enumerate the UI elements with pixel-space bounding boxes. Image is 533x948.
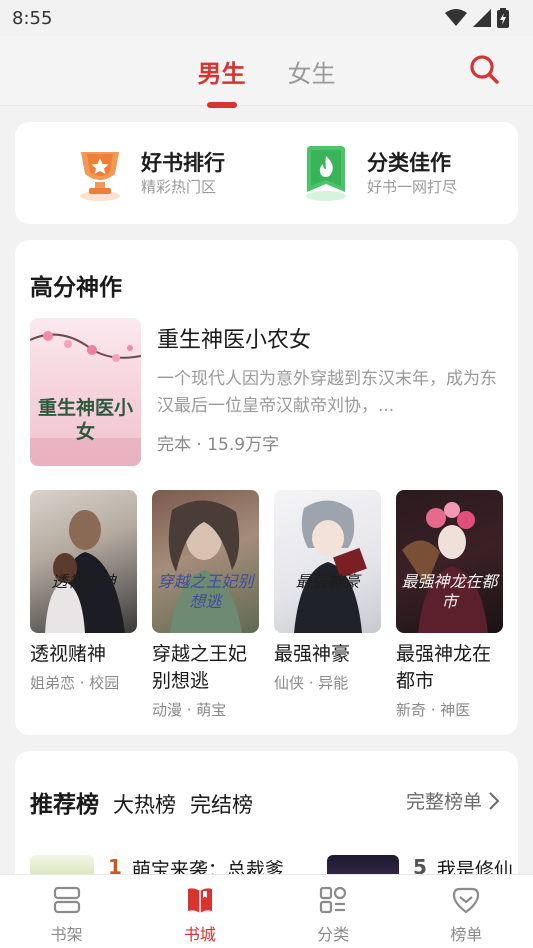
cover-title: 透视赌神 — [51, 572, 116, 591]
featured-book-grid: 透视赌神 透视赌神 姐弟恋 · 校园 穿越之王妃别想逃 穿越之王妃别想逃 动漫 … — [30, 490, 505, 730]
book-tags: 仙侠 · 异能 — [274, 674, 349, 692]
ranking-icon — [453, 887, 480, 914]
tab-male[interactable]: 男生 — [196, 54, 248, 89]
featured-section: 高分神作 重生神医小女 重生神医小农女 一个现代人因为意外穿越到东汉末年，成为东… — [15, 240, 518, 735]
tab-recommend-rank[interactable]: 推荐榜 — [30, 785, 99, 819]
trophy-icon — [80, 152, 120, 201]
cover-title: 重生神医小女 — [37, 397, 133, 443]
book-description: 一个现代人因为意外穿越到东汉末年，成为东汉最后一位皇帝汉献帝刘协，... — [157, 369, 497, 416]
status-bar: 8:55 — [0, 0, 533, 36]
nav-bookstore[interactable]: 书城 — [133, 875, 266, 948]
cover-title: 最强神龙在都市 — [401, 572, 498, 611]
book-tags: 新奇 · 神医 — [396, 701, 471, 719]
book-title: 重生神医小农女 — [157, 328, 312, 353]
book-cover: 最强神豪 — [274, 490, 381, 633]
quick-link-category-works[interactable]: 分类佳作 好书一网打尽 — [299, 144, 457, 202]
book-cover: 透视赌神 — [30, 490, 137, 633]
book-cover: 重生神医小女 — [30, 318, 141, 466]
quick-link-subtitle: 精彩热门区 — [141, 178, 217, 196]
quick-link-title: 好书排行 — [141, 151, 225, 175]
nav-ranking[interactable]: 榜单 — [400, 875, 533, 948]
chevron-right-icon — [489, 791, 500, 810]
book-title: 穿越之王妃别想逃 — [152, 643, 248, 692]
book-store-icon — [187, 888, 212, 913]
signal-icon — [473, 9, 491, 27]
book-item[interactable]: 透视赌神 透视赌神 姐弟恋 · 校园 — [30, 490, 138, 693]
search-icon[interactable] — [469, 54, 499, 84]
bookshelf-icon — [53, 886, 80, 914]
cover-art — [294, 500, 367, 633]
nav-label: 榜单 — [450, 925, 483, 944]
tab-female[interactable]: 女生 — [286, 54, 338, 89]
book-tags: 姐弟恋 · 校园 — [30, 674, 120, 692]
wifi-icon — [445, 9, 467, 26]
full-ranking-label: 完整榜单 — [405, 791, 482, 813]
book-item[interactable]: 最强神豪 最强神豪 仙侠 · 异能 — [274, 490, 382, 693]
book-tags: 动漫 · 萌宝 — [152, 701, 227, 719]
featured-main-book[interactable]: 重生神医小女 重生神医小农女 一个现代人因为意外穿越到东汉末年，成为东汉最后一位… — [30, 318, 505, 468]
nav-label: 书城 — [183, 925, 216, 944]
nav-label: 书架 — [50, 925, 83, 944]
ranking-tabs: 推荐榜 大热榜 完结榜 — [30, 785, 253, 819]
battery-icon — [497, 8, 509, 28]
flame-bookmark-icon — [306, 146, 346, 201]
book-cover: 穿越之王妃别想逃 — [152, 490, 259, 633]
quick-links-card: 好书排行 精彩热门区 分类佳作 好书一网打尽 — [15, 122, 518, 224]
quick-link-subtitle: 好书一网打尽 — [367, 178, 458, 196]
full-ranking-link[interactable]: 完整榜单 — [406, 787, 500, 814]
category-icon — [320, 886, 347, 914]
book-cover: 最强神龙在都市 — [396, 490, 503, 633]
status-icons — [445, 8, 509, 28]
quick-link-title: 分类佳作 — [367, 151, 451, 175]
quick-link-text: 好书排行 精彩热门区 — [141, 149, 225, 197]
book-title: 透视赌神 — [30, 643, 107, 665]
quick-link-good-books-rank[interactable]: 好书排行 精彩热门区 — [73, 144, 225, 202]
book-item[interactable]: 最强神龙在都市 最强神龙在都市 新奇 · 神医 — [396, 490, 504, 720]
book-meta: 完本 · 15.9万字 — [157, 435, 280, 455]
book-item[interactable]: 穿越之王妃别想逃 穿越之王妃别想逃 动漫 · 萌宝 — [152, 490, 260, 720]
book-title: 最强神豪 — [274, 643, 351, 665]
tab-completed-rank[interactable]: 完结榜 — [190, 789, 253, 819]
cover-title: 穿越之王妃别想逃 — [157, 572, 254, 611]
cover-title: 最强神豪 — [295, 572, 360, 591]
nav-bookshelf[interactable]: 书架 — [0, 875, 133, 948]
cover-art — [45, 510, 125, 633]
bottom-navigation: 书架 书城 分类 榜单 — [0, 874, 533, 948]
quick-link-text: 分类佳作 好书一网打尽 — [367, 149, 457, 197]
header: 男生 女生 — [0, 36, 533, 106]
book-title: 最强神龙在都市 — [396, 643, 492, 692]
tab-hot-rank[interactable]: 大热榜 — [113, 789, 176, 819]
nav-category[interactable]: 分类 — [267, 875, 400, 948]
section-title: 高分神作 — [30, 275, 122, 301]
nav-label: 分类 — [317, 925, 350, 944]
gender-tabs: 男生 女生 — [0, 54, 533, 89]
status-time: 8:55 — [12, 7, 53, 29]
